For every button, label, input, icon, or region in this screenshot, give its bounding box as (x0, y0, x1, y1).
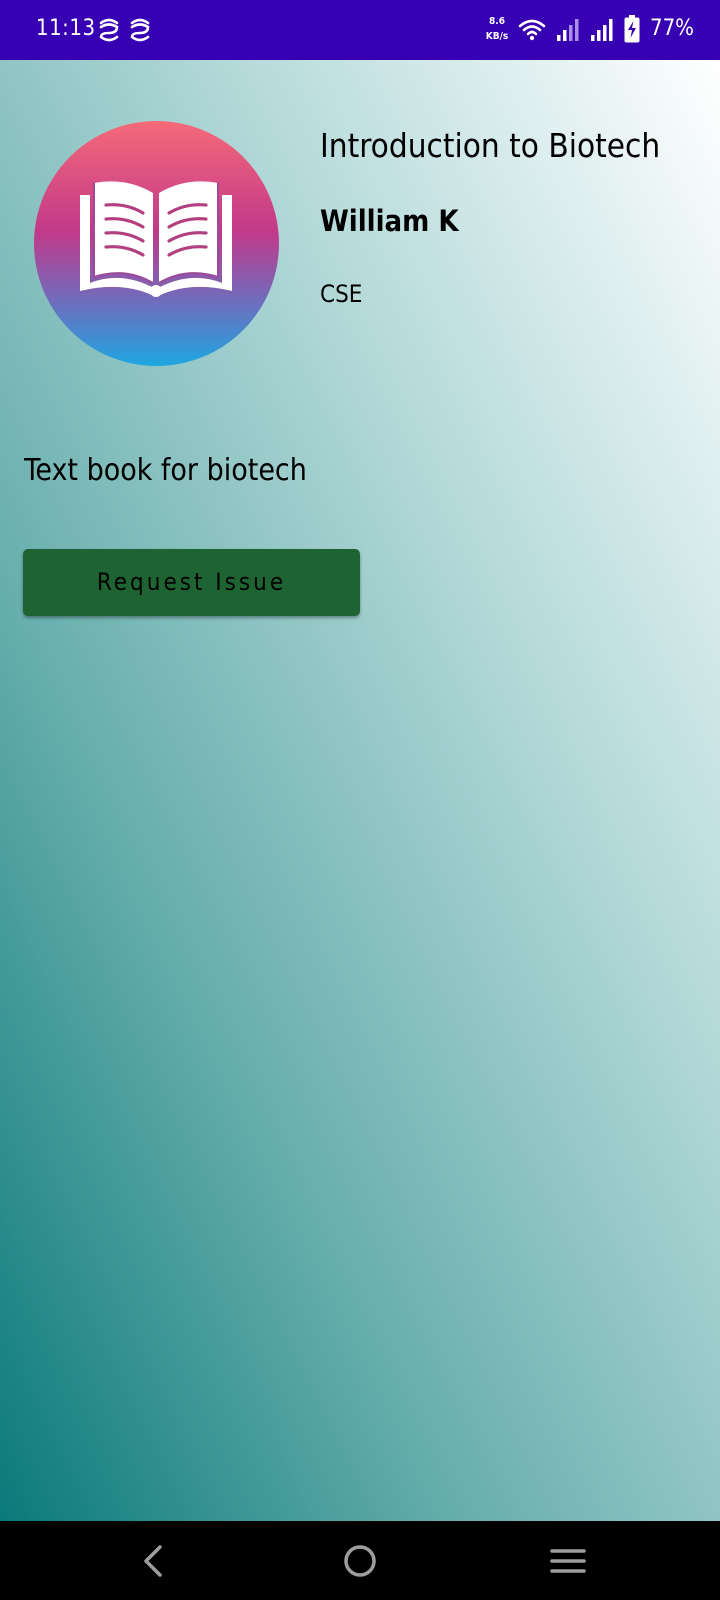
s-circle-app-icon (99, 18, 119, 42)
network-speed-unit: KB/s (485, 31, 509, 42)
book-author: William K (320, 204, 459, 238)
request-issue-button[interactable]: Request Issue (23, 549, 360, 616)
book-title: Introduction to Biotech (320, 126, 661, 165)
signal-icon (557, 19, 579, 41)
battery-charging-icon (624, 15, 640, 43)
signal-icon (591, 19, 613, 41)
battery-percentage: 77% (650, 16, 694, 41)
book-department: CSE (320, 280, 363, 308)
network-speed-value: 8.6 (489, 16, 505, 27)
status-bar: 11:13 8.6 KB/s 77% (0, 0, 720, 60)
status-time: 11:13 (36, 16, 96, 41)
menu-icon[interactable] (540, 1533, 596, 1589)
home-icon[interactable] (332, 1533, 388, 1589)
network-speed: 8.6 KB/s (484, 14, 510, 44)
navigation-bar (0, 1521, 720, 1600)
book-detail-screen: Introduction to Biotech William K CSE Te… (0, 60, 720, 1521)
back-icon[interactable] (126, 1533, 182, 1589)
open-book-icon (80, 181, 232, 297)
book-description: Text book for biotech (24, 453, 307, 488)
s-circle-app-icon (130, 18, 150, 42)
book-cover (34, 121, 279, 366)
wifi-icon (518, 19, 546, 41)
